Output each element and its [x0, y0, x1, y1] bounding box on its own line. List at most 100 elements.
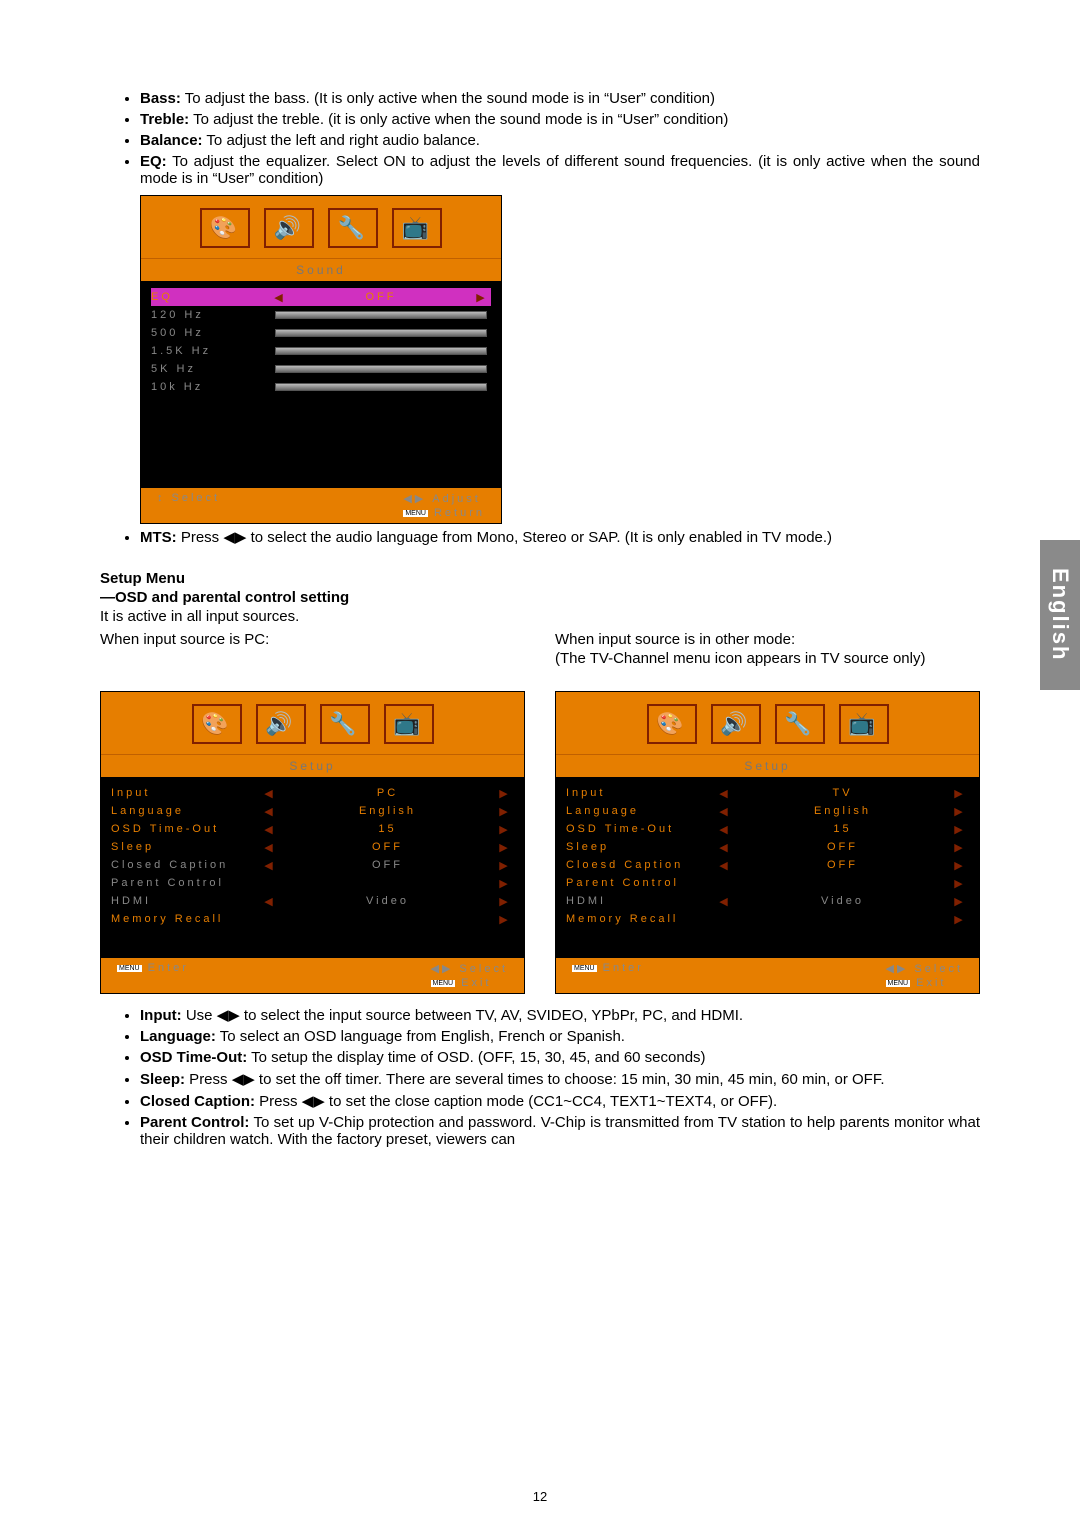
setup-tab-icon[interactable]: 🔧	[775, 704, 825, 744]
left-arrow-icon[interactable]: ◀	[261, 841, 279, 854]
left-arrow-icon[interactable]: ◀	[716, 841, 734, 854]
right-arrow-icon[interactable]: ▶	[951, 841, 969, 854]
icon: 🔊	[720, 711, 750, 737]
leftright-icon: ◀▶	[403, 492, 426, 505]
term: Language:	[140, 1028, 216, 1045]
bullet-sleep: Sleep: Press ◀▶ to set the off timer. Th…	[140, 1070, 980, 1088]
sound-tab-icon[interactable]: 🔊	[711, 704, 761, 744]
menu-badge: MENU	[886, 980, 911, 987]
right-arrow-icon[interactable]: ▶	[473, 291, 491, 304]
right-arrow-icon[interactable]: ▶	[951, 895, 969, 908]
osd-row-10khz[interactable]: 10k Hz	[151, 378, 491, 396]
mts-bullet-list: MTS: Press ◀▶ to select the audio langua…	[100, 528, 980, 546]
right-arrow-icon[interactable]: ▶	[496, 841, 514, 854]
osd-row[interactable]: HDMI◀Video▶	[111, 892, 514, 910]
osd-row[interactable]: Memory Recall ▶	[566, 910, 969, 928]
menu-badge: MENU	[117, 965, 142, 972]
osd-row[interactable]: Sleep◀OFF▶	[111, 838, 514, 856]
row-value: 15	[734, 823, 951, 835]
left-arrow-icon[interactable]: ◀	[261, 787, 279, 800]
osd-row[interactable]: Input◀PC▶	[111, 784, 514, 802]
osd-row[interactable]: Input◀TV▶	[566, 784, 969, 802]
left-arrow-icon[interactable]: ◀	[716, 823, 734, 836]
osd-title: Setup	[556, 754, 979, 778]
eq-slider[interactable]	[275, 329, 487, 337]
sound-tab-icon[interactable]: 🔊	[256, 704, 306, 744]
left-arrow-icon[interactable]: ◀	[261, 859, 279, 872]
row-value: English	[734, 805, 951, 817]
setup-two-column: When input source is PC: When input sour…	[100, 629, 980, 669]
osd-row[interactable]: Sleep◀OFF▶	[566, 838, 969, 856]
footer-select: ◀▶Select	[886, 962, 964, 975]
row-label: HDMI	[111, 895, 261, 907]
tv-tab-icon[interactable]: 📺	[384, 704, 434, 744]
osd-row[interactable]: OSD Time-Out◀15▶	[566, 820, 969, 838]
left-arrow-icon[interactable]: ◀	[716, 895, 734, 908]
left-arrow-icon[interactable]: ◀	[261, 895, 279, 908]
setup-tab-icon[interactable]: 🔧	[320, 704, 370, 744]
row-value: PC	[279, 787, 496, 799]
icon: 🔧	[338, 215, 368, 241]
osd-row-500hz[interactable]: 500 Hz	[151, 324, 491, 342]
right-arrow-icon[interactable]: ▶	[496, 805, 514, 818]
eq-slider[interactable]	[275, 347, 487, 355]
menu-badge: MENU	[431, 980, 456, 987]
osd-row[interactable]: Parent Control▶	[566, 874, 969, 892]
right-arrow-icon[interactable]: ▶	[496, 895, 514, 908]
left-arrow-icon[interactable]: ◀	[271, 291, 289, 304]
row-label: Memory Recall	[566, 913, 716, 925]
desc: Press ◀▶ to select the audio language fr…	[177, 529, 832, 546]
term: Bass:	[140, 90, 181, 107]
osd-row[interactable]: Parent Control ▶	[111, 874, 514, 892]
picture-tab-icon[interactable]: 🎨	[192, 704, 242, 744]
sound-tab-icon[interactable]: 🔊	[264, 208, 314, 248]
osd-row-120hz[interactable]: 120 Hz	[151, 306, 491, 324]
right-arrow-icon[interactable]: ▶	[496, 859, 514, 872]
setup-menu-subheading: —OSD and parental control setting	[100, 589, 980, 606]
icon: 🎨	[656, 711, 686, 737]
osd-row-1-5khz[interactable]: 1.5K Hz	[151, 342, 491, 360]
left-arrow-icon[interactable]: ◀	[716, 859, 734, 872]
bullet-parent-control: Parent Control: To set up V-Chip protect…	[140, 1114, 980, 1148]
left-arrow-icon[interactable]: ◀	[261, 823, 279, 836]
osd-row[interactable]: Cloesd Caption◀OFF▶	[566, 856, 969, 874]
right-arrow-icon[interactable]: ▶	[951, 859, 969, 872]
right-arrow-icon[interactable]: ▶	[951, 787, 969, 800]
tv-tab-icon[interactable]: 📺	[392, 208, 442, 248]
picture-tab-icon[interactable]: 🎨	[647, 704, 697, 744]
bullet-bass: Bass: To adjust the bass. (It is only ac…	[140, 90, 980, 107]
eq-slider[interactable]	[275, 311, 487, 319]
osd-row-5khz[interactable]: 5K Hz	[151, 360, 491, 378]
bullet-closed-caption: Closed Caption: Press ◀▶ to set the clos…	[140, 1092, 980, 1110]
right-arrow-icon[interactable]: ▶	[496, 913, 514, 926]
eq-slider[interactable]	[275, 383, 487, 391]
right-arrow-icon[interactable]: ▶	[951, 877, 969, 890]
label: Select	[459, 963, 508, 975]
right-arrow-icon[interactable]: ▶	[951, 823, 969, 836]
row-label: Parent Control	[111, 877, 261, 889]
osd-row[interactable]: OSD Time-Out◀15▶	[111, 820, 514, 838]
osd-row[interactable]: HDMI◀Video▶	[566, 892, 969, 910]
osd-row-eq[interactable]: EQ ◀ OFF ▶	[151, 288, 491, 306]
osd-row[interactable]: Language◀English▶	[111, 802, 514, 820]
right-arrow-icon[interactable]: ▶	[496, 787, 514, 800]
right-arrow-icon[interactable]: ▶	[951, 913, 969, 926]
right-arrow-icon[interactable]: ▶	[951, 805, 969, 818]
left-arrow-icon[interactable]: ◀	[716, 787, 734, 800]
right-arrow-icon[interactable]: ▶	[496, 823, 514, 836]
left-arrow-icon[interactable]: ◀	[716, 805, 734, 818]
picture-tab-icon[interactable]: 🎨	[200, 208, 250, 248]
osd-row[interactable]: Language◀English▶	[566, 802, 969, 820]
eq-slider[interactable]	[275, 365, 487, 373]
footer-enter: MENUEnter	[572, 962, 644, 974]
right-arrow-icon[interactable]: ▶	[496, 877, 514, 890]
row-label: HDMI	[566, 895, 716, 907]
left-arrow-icon[interactable]: ◀	[261, 805, 279, 818]
bottom-bullet-list: Input: Use ◀▶ to select the input source…	[100, 1006, 980, 1148]
setup-tab-icon[interactable]: 🔧	[328, 208, 378, 248]
row-label: OSD Time-Out	[111, 823, 261, 835]
osd-row[interactable]: Closed Caption◀OFF▶	[111, 856, 514, 874]
row-label: Input	[111, 787, 261, 799]
tv-tab-icon[interactable]: 📺	[839, 704, 889, 744]
osd-row[interactable]: Memory Recall▶	[111, 910, 514, 928]
